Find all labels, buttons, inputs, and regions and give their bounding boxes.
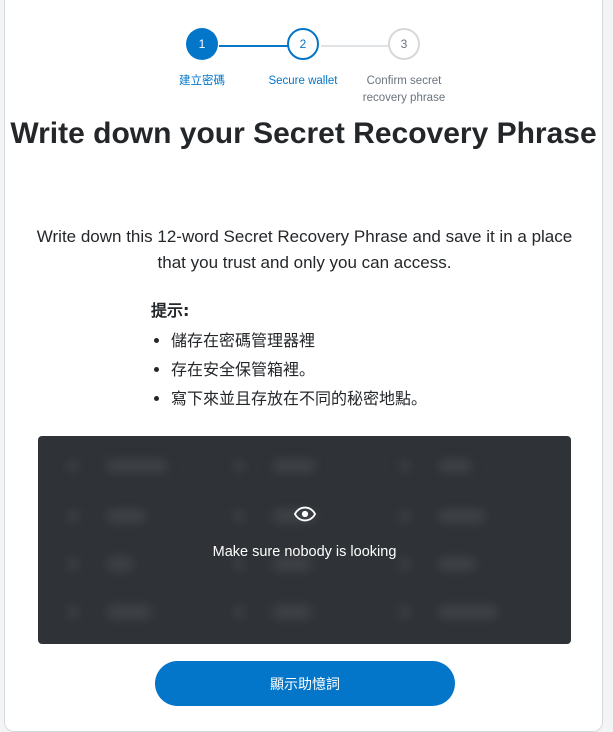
tips-list: 儲存在密碼管理器裡 存在安全保管箱裡。 寫下來並且存放在不同的秘密地點。 [151,326,491,413]
onboarding-card: 1 2 3 建立密碼 Secure wallet Confirm secret … [4,0,603,732]
step-2-label: Secure wallet [268,75,338,87]
eye-icon [293,506,316,522]
tips-section: 提示: 儲存在密碼管理器裡 存在安全保管箱裡。 寫下來並且存放在不同的秘密地點。 [151,298,491,413]
tip-item: 儲存在密碼管理器裡 [171,326,491,355]
step-1-circle: 1 [186,28,218,60]
secret-phrase-box[interactable]: Make sure nobody is looking [38,436,571,644]
tips-title: 提示: [151,301,190,320]
page-title: Write down your Secret Recovery Phrase [5,112,602,156]
privacy-hint: Make sure nobody is looking [212,544,397,560]
tip-item: 寫下來並且存放在不同的秘密地點。 [171,384,491,413]
reveal-phrase-button[interactable]: 顯示助憶詞 [155,661,455,706]
step-3-circle: 3 [388,28,420,60]
step-3-label: Confirm secret recovery phrase [362,75,446,104]
step-1-label: 建立密碼 [179,75,225,87]
step-2-circle: 2 [287,28,319,60]
phrase-cover: Make sure nobody is looking [38,436,571,644]
step-connector-1 [219,45,291,47]
page-description: Write down this 12-word Secret Recovery … [36,227,573,272]
progress-stepper: 1 2 3 建立密碼 Secure wallet Confirm secret … [5,28,602,108]
tip-item: 存在安全保管箱裡。 [171,355,491,384]
page-title-text: Write down your Secret Recovery Phrase [10,117,597,150]
step-connector-2 [321,45,393,47]
